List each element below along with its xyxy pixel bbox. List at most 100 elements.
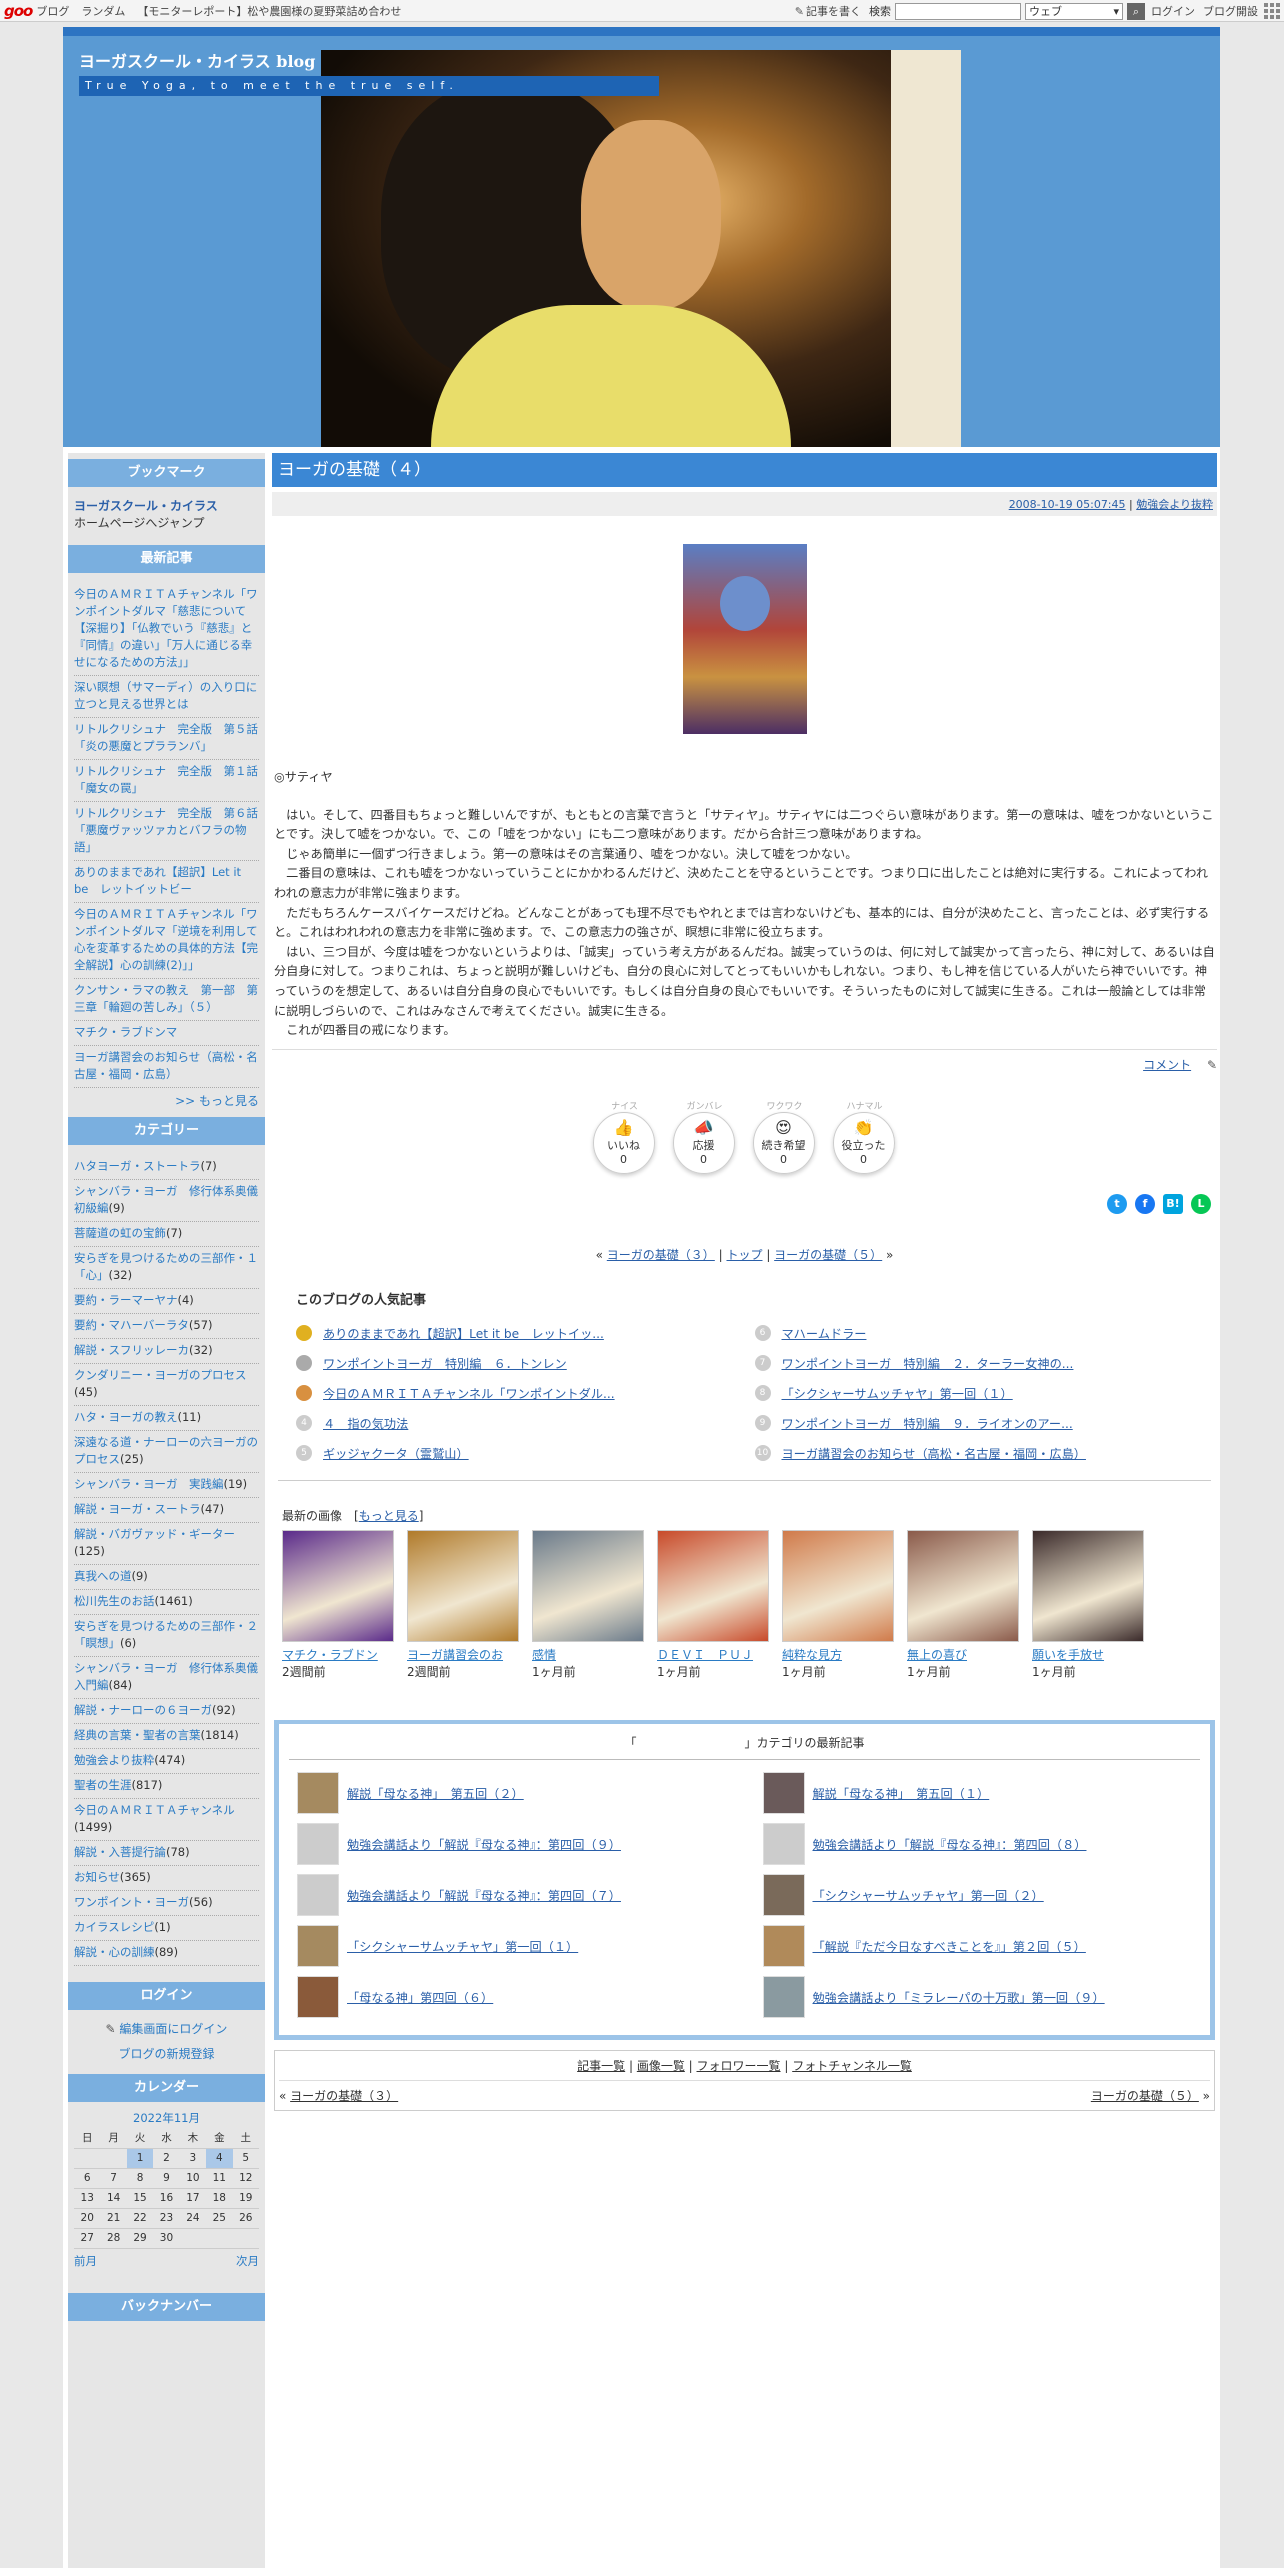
article-thumbnail[interactable] xyxy=(762,1874,805,1917)
image-title[interactable]: 純粋な見方 xyxy=(782,1646,896,1663)
calendar-day[interactable]: 30 xyxy=(153,2228,180,2249)
image-title[interactable]: マチク・ラブドン xyxy=(282,1646,396,1663)
category-name[interactable]: 安らぎを見つけるための三部作・１「心」 xyxy=(74,1251,258,1282)
recent-item[interactable]: ありのままであれ【超訳】Let it be レットイットビー xyxy=(74,861,259,903)
calendar-day[interactable]: 24 xyxy=(179,2208,207,2229)
popular-link[interactable]: ありのままであれ【超訳】Let it be レットイッ... xyxy=(323,1324,604,1342)
category-item[interactable]: 解説・入菩提行論(78) xyxy=(74,1841,259,1866)
twitter-icon[interactable]: t xyxy=(1107,1193,1127,1214)
category-item[interactable]: ハタ・ヨーガの教え(11) xyxy=(74,1406,259,1431)
write-article-link[interactable]: 記事を書く xyxy=(806,3,861,19)
category-name[interactable]: 解説・入菩提行論 xyxy=(74,1845,166,1859)
reaction-button[interactable]: ガンバレ 📣 応援 0 xyxy=(672,1099,737,1174)
category-item[interactable]: シャンバラ・ヨーガ 修行体系奥儀 初級編(9) xyxy=(74,1180,270,1222)
recent-item[interactable]: クンサン・ラマの教え 第一部 第三章「輪廻の苦しみ」（５） xyxy=(74,979,259,1021)
reaction-circle[interactable]: 👏 役立った 0 xyxy=(832,1111,895,1174)
category-item[interactable]: カイラスレシピ(1) xyxy=(74,1916,259,1941)
login-link[interactable]: ログイン xyxy=(1151,3,1195,19)
image-thumbnail[interactable] xyxy=(657,1529,769,1642)
blog-title[interactable]: ヨーガスクール・カイラス blog xyxy=(79,48,315,72)
category-name[interactable]: シャンバラ・ヨーガ 修行体系奥儀 初級編 xyxy=(74,1184,270,1215)
recent-item[interactable]: マチク・ラブドンマ xyxy=(74,1021,259,1046)
category-item[interactable]: お知らせ(365) xyxy=(74,1866,259,1891)
calendar-day[interactable]: 2 xyxy=(153,2148,180,2169)
category-latest-item[interactable]: 勉強会講話より「解説『母なる神』：第四回（８） xyxy=(755,1819,1201,1870)
calendar-next[interactable]: 次月 xyxy=(236,2253,259,2269)
recent-more-link[interactable]: >> もっと見る xyxy=(68,1088,265,1117)
category-item[interactable]: 深遠なる道・ナーローの六ヨーガのプロセス(25) xyxy=(74,1431,259,1473)
image-title[interactable]: ＤＥＶＩ ＰＵＪ xyxy=(657,1646,771,1663)
article-thumbnail[interactable] xyxy=(297,1823,339,1866)
category-name[interactable]: 要約・ラーマーヤナ xyxy=(74,1293,178,1307)
category-item[interactable]: 解説・心の訓練(89) xyxy=(74,1941,259,1966)
topbar-link-blog[interactable]: ブログ xyxy=(36,3,69,19)
calendar-day[interactable]: 11 xyxy=(206,2168,233,2189)
calendar-day[interactable]: 22 xyxy=(126,2208,154,2229)
category-latest-link[interactable]: 「シクシャーサムッチャヤ」第一回（１） xyxy=(347,1937,578,1955)
popular-link[interactable]: ４ 指の気功法 xyxy=(323,1414,408,1432)
article-thumbnail[interactable] xyxy=(762,1925,805,1968)
image-item[interactable]: ＤＥＶＩ ＰＵＪ 1ヶ月前 xyxy=(657,1529,771,1680)
category-item[interactable]: 要約・マハーバーラタ(57) xyxy=(74,1314,259,1339)
category-item[interactable]: ハタヨーガ・ストートラ(7) xyxy=(74,1155,259,1180)
calendar-day[interactable]: 20 xyxy=(74,2208,101,2229)
category-item[interactable]: 真我への道(9) xyxy=(74,1565,259,1590)
register-link[interactable]: ブログの新規登録 xyxy=(68,2045,265,2062)
article-thumbnail[interactable] xyxy=(297,1874,339,1917)
apps-grid-icon[interactable] xyxy=(1264,3,1280,19)
category-latest-link[interactable]: 解説「母なる神」 第五回（２） xyxy=(347,1784,524,1802)
image-thumbnail[interactable] xyxy=(1032,1529,1144,1642)
category-item[interactable]: 菩薩道の虹の宝飾(7) xyxy=(74,1222,259,1247)
image-item[interactable]: 無上の喜び 1ヶ月前 xyxy=(907,1529,1021,1680)
article-thumbnail[interactable] xyxy=(762,1772,805,1815)
calendar-day[interactable]: 23 xyxy=(153,2208,180,2229)
popular-link[interactable]: マハームドラー xyxy=(782,1324,867,1342)
recent-item[interactable]: 今日のＡＭＲＩＴＡチャンネル「ワンポイントダルマ「逆境を利用して心を変革するため… xyxy=(74,903,259,979)
line-icon[interactable]: L xyxy=(1191,1193,1211,1214)
facebook-icon[interactable]: f xyxy=(1135,1193,1155,1214)
category-latest-item[interactable]: 勉強会講話より「解説『母なる神』：第四回（９） xyxy=(289,1819,735,1870)
category-name[interactable]: 菩薩道の虹の宝飾 xyxy=(74,1226,166,1240)
calendar-day[interactable]: 19 xyxy=(232,2188,259,2209)
category-item[interactable]: 安らぎを見つけるための三部作・１「心」(32) xyxy=(74,1247,259,1289)
category-item[interactable]: 解説・ヨーガ・スートラ(47) xyxy=(74,1498,259,1523)
popular-item[interactable]: 10 ヨーガ講習会のお知らせ（高松・名古屋・福岡・広島） xyxy=(754,1438,1204,1468)
reaction-button[interactable]: ワクワク 😍 続き希望 0 xyxy=(752,1099,817,1174)
calendar-day[interactable]: 21 xyxy=(100,2208,127,2229)
calendar-prev[interactable]: 前月 xyxy=(74,2253,97,2269)
popular-item[interactable]: 今日のＡＭＲＩＴＡチャンネル「ワンポイントダル... xyxy=(296,1378,745,1408)
category-item[interactable]: 要約・ラーマーヤナ(4) xyxy=(74,1289,259,1314)
pencil-icon[interactable]: ✎ xyxy=(1207,1058,1217,1072)
calendar-day[interactable]: 27 xyxy=(74,2228,101,2249)
search-input[interactable] xyxy=(895,2,1021,20)
goo-logo[interactable]: goo xyxy=(4,2,33,20)
category-latest-item[interactable]: 「シクシャーサムッチャヤ」第一回（２） xyxy=(755,1870,1201,1921)
category-latest-item[interactable]: 解説「母なる神」 第五回（１） xyxy=(755,1768,1201,1819)
category-latest-link[interactable]: 勉強会講話より「解説『母なる神』：第四回（８） xyxy=(813,1835,1087,1853)
category-name[interactable]: シャンバラ・ヨーガ 修行体系奥儀 入門編 xyxy=(74,1661,270,1692)
calendar-day[interactable]: 16 xyxy=(153,2188,180,2209)
reaction-circle[interactable]: 😍 続き希望 0 xyxy=(752,1111,815,1174)
comment-link[interactable]: コメント xyxy=(1143,1058,1191,1072)
pager-next[interactable]: ヨーガの基礎（５） xyxy=(774,1248,882,1262)
category-name[interactable]: 安らぎを見つけるための三部作・２「瞑想」 xyxy=(74,1619,258,1650)
image-title[interactable]: 感情 xyxy=(532,1646,646,1663)
category-name[interactable]: 勉強会より抜粋 xyxy=(74,1753,154,1767)
category-item[interactable]: 解説・ナーローの６ヨーガ(92) xyxy=(74,1699,259,1724)
category-name[interactable]: お知らせ xyxy=(74,1870,120,1884)
category-name[interactable]: 解説・スフリッレーカ xyxy=(74,1343,189,1357)
image-thumbnail[interactable] xyxy=(407,1529,519,1642)
recent-item[interactable]: ヨーガ講習会のお知らせ（高松・名古屋・福岡・広島） xyxy=(74,1046,259,1088)
image-title[interactable]: 願いを手放せ xyxy=(1032,1646,1146,1663)
topbar-link-promo[interactable]: 【モニターレポート】松や農園様の夏野菜詰め合わせ xyxy=(137,3,401,19)
image-thumbnail[interactable] xyxy=(532,1529,644,1642)
hatena-icon[interactable]: B! xyxy=(1163,1193,1183,1214)
popular-item[interactable]: 8 「シクシャーサムッチャヤ」第一回（１） xyxy=(754,1378,1204,1408)
calendar-day[interactable]: 4 xyxy=(206,2148,233,2169)
calendar-day[interactable]: 9 xyxy=(153,2168,180,2189)
popular-item[interactable]: 7 ワンポイントヨーガ 特別編 ２．ターラー女神の... xyxy=(754,1348,1204,1378)
category-latest-item[interactable]: 「シクシャーサムッチャヤ」第一回（１） xyxy=(289,1921,735,1972)
category-name[interactable]: 真我への道 xyxy=(74,1569,132,1583)
category-item[interactable]: クンダリニー・ヨーガのプロセス (45) xyxy=(74,1364,259,1406)
category-name[interactable]: 解説・ヨーガ・スートラ xyxy=(74,1502,201,1516)
